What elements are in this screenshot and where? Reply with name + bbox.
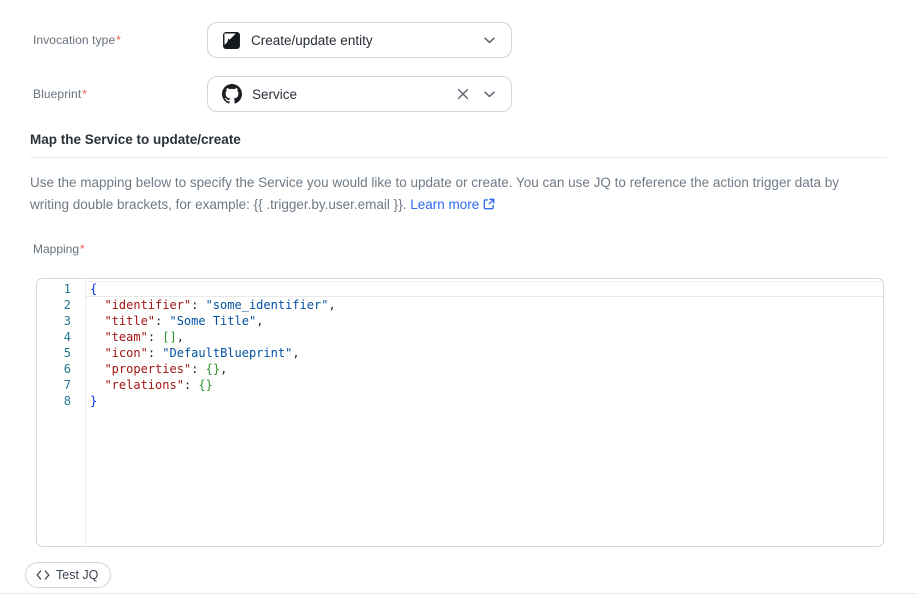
line-number: 4 bbox=[37, 329, 71, 345]
code-token: , bbox=[220, 362, 227, 376]
external-link-icon[interactable] bbox=[482, 199, 496, 214]
code-token: : bbox=[191, 362, 205, 376]
invocation-type-row: Invocation type* Create/update entity bbox=[30, 22, 886, 58]
code-token: , bbox=[292, 346, 299, 360]
line-number: 8 bbox=[37, 393, 71, 409]
code-token bbox=[90, 330, 104, 344]
code-line[interactable]: "relations": {} bbox=[86, 377, 883, 393]
code-token: : bbox=[148, 330, 162, 344]
code-token bbox=[90, 346, 104, 360]
blueprint-row: Blueprint* Service bbox=[30, 76, 886, 112]
chevron-down-icon[interactable] bbox=[484, 91, 495, 98]
code-token: : bbox=[191, 298, 205, 312]
code-token: : bbox=[148, 346, 162, 360]
test-jq-button[interactable]: Test JQ bbox=[25, 562, 111, 588]
section-heading: Map the Service to update/create bbox=[30, 132, 886, 147]
code-token: "some_identifier" bbox=[206, 298, 329, 312]
invocation-type-select[interactable]: Create/update entity bbox=[207, 22, 512, 58]
code-token: } bbox=[90, 394, 97, 408]
required-asterisk: * bbox=[80, 242, 85, 256]
code-token: "Some Title" bbox=[169, 314, 256, 328]
section-divider bbox=[30, 157, 887, 158]
code-line[interactable]: { bbox=[86, 281, 883, 297]
mapping-label-text: Mapping bbox=[33, 242, 79, 256]
line-number: 5 bbox=[37, 345, 71, 361]
required-asterisk: * bbox=[82, 87, 87, 101]
code-token: , bbox=[177, 330, 184, 344]
mapping-code-editor[interactable]: 12345678 { "identifier": "some_identifie… bbox=[36, 278, 884, 547]
code-brackets-icon bbox=[36, 570, 50, 580]
github-icon bbox=[222, 84, 242, 104]
code-token: "relations" bbox=[104, 378, 183, 392]
code-line[interactable]: "properties": {}, bbox=[86, 361, 883, 377]
code-token: "title" bbox=[104, 314, 155, 328]
code-token bbox=[90, 298, 104, 312]
code-line[interactable]: } bbox=[86, 393, 883, 409]
code-token: : bbox=[155, 314, 169, 328]
code-line[interactable]: "title": "Some Title", bbox=[86, 313, 883, 329]
section-description: Use the mapping below to specify the Ser… bbox=[30, 172, 879, 218]
action-mapping-form: Invocation type* Create/update entity Bl… bbox=[0, 0, 917, 588]
line-number: 2 bbox=[37, 297, 71, 313]
code-token: , bbox=[328, 298, 335, 312]
line-number: 1 bbox=[37, 281, 71, 297]
code-line[interactable]: "identifier": "some_identifier", bbox=[86, 297, 883, 313]
blueprint-select[interactable]: Service bbox=[207, 76, 512, 112]
code-token: "team" bbox=[104, 330, 147, 344]
learn-more-link[interactable]: Learn more bbox=[410, 197, 479, 212]
line-number: 6 bbox=[37, 361, 71, 377]
code-token: {} bbox=[198, 378, 212, 392]
test-jq-label: Test JQ bbox=[56, 568, 98, 582]
code-token: "icon" bbox=[104, 346, 147, 360]
page-bottom-divider bbox=[0, 593, 917, 594]
invocation-type-label: Invocation type* bbox=[30, 33, 207, 47]
chevron-down-icon[interactable] bbox=[484, 37, 495, 44]
editor-code[interactable]: { "identifier": "some_identifier", "titl… bbox=[86, 279, 883, 546]
blueprint-label: Blueprint* bbox=[30, 87, 207, 101]
code-token bbox=[90, 314, 104, 328]
code-token: "properties" bbox=[104, 362, 191, 376]
code-token: : bbox=[184, 378, 198, 392]
editor-gutter: 12345678 bbox=[37, 279, 86, 546]
code-token: {} bbox=[206, 362, 220, 376]
invocation-type-value: Create/update entity bbox=[251, 33, 474, 48]
blueprint-value: Service bbox=[252, 87, 445, 102]
code-token: "DefaultBlueprint" bbox=[162, 346, 292, 360]
code-token: , bbox=[256, 314, 263, 328]
code-token bbox=[90, 362, 104, 376]
code-token bbox=[90, 378, 104, 392]
clear-x-icon[interactable] bbox=[455, 86, 471, 102]
blueprint-label-text: Blueprint bbox=[33, 87, 81, 101]
line-number: 7 bbox=[37, 377, 71, 393]
code-token: "identifier" bbox=[104, 298, 191, 312]
code-line[interactable]: "icon": "DefaultBlueprint", bbox=[86, 345, 883, 361]
code-token: { bbox=[90, 282, 97, 296]
line-number: 3 bbox=[37, 313, 71, 329]
code-token: [] bbox=[162, 330, 176, 344]
create-update-entity-icon bbox=[222, 31, 241, 50]
mapping-label: Mapping* bbox=[30, 242, 886, 256]
required-asterisk: * bbox=[116, 33, 121, 47]
code-line[interactable]: "team": [], bbox=[86, 329, 883, 345]
invocation-type-label-text: Invocation type bbox=[33, 33, 115, 47]
